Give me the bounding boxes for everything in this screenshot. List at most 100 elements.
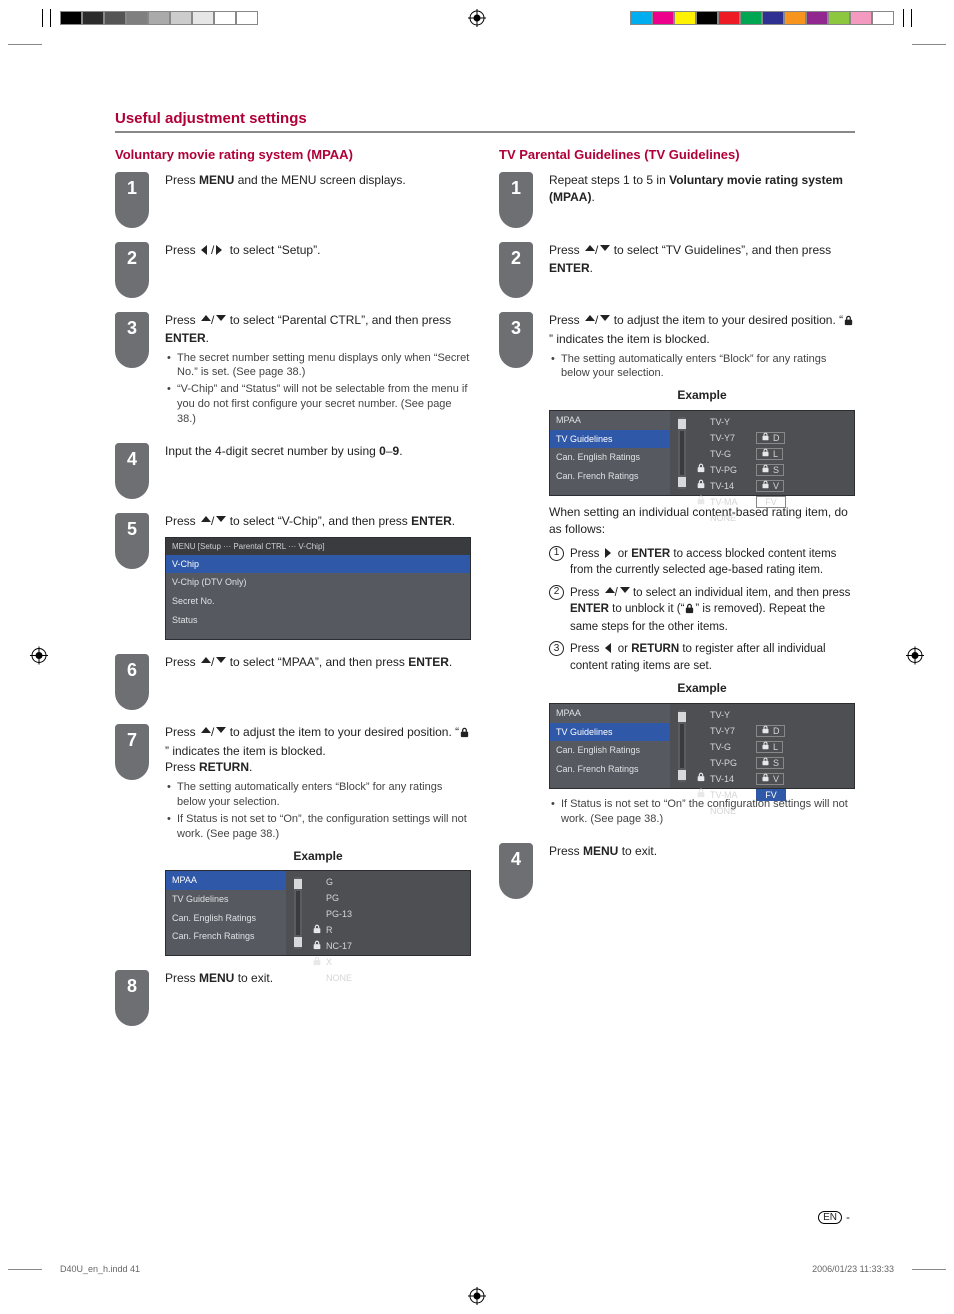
osd-rating-label: X xyxy=(326,956,368,969)
osd-rating-row: TV-GL xyxy=(696,740,786,754)
osd-rating-label: TV-14 xyxy=(710,773,752,786)
osd-screenshot: MPAATV GuidelinesCan. English RatingsCan… xyxy=(549,410,855,496)
osd-rating-label: TV-G xyxy=(710,448,752,461)
osd-rating-row: TV-G L xyxy=(696,447,786,461)
registration-mark-icon xyxy=(468,9,486,27)
step: 2 Press / to select “TV Guidelines”, and… xyxy=(499,242,855,298)
lock-icon xyxy=(312,940,322,954)
circled-number: 2 xyxy=(549,585,564,600)
printer-bar-top xyxy=(0,6,954,30)
right-heading: TV Parental Guidelines (TV Guidelines) xyxy=(499,147,855,162)
step-number-badge: 2 xyxy=(499,242,533,298)
osd-rating-label: TV-Y xyxy=(710,709,752,722)
osd-content-box: FV xyxy=(756,496,786,508)
osd-sidebar-item: Can. English Ratings xyxy=(550,741,670,760)
lock-icon xyxy=(696,479,706,493)
osd-content-box: L xyxy=(756,448,783,460)
step-notes: If Status is not set to “On” the configu… xyxy=(549,797,855,827)
osd-scrollbar xyxy=(678,417,686,489)
osd-rating-row: TV-Y7D xyxy=(696,431,786,445)
down-arrow-icon xyxy=(598,243,610,260)
footer-slug: D40U_en_h.indd 41 2006/01/23 11:33:33 xyxy=(60,1264,894,1274)
circled-number: 1 xyxy=(549,546,564,561)
osd-menu-item: V-Chip xyxy=(166,555,470,574)
lock-icon xyxy=(459,726,470,743)
osd-sidebar-item: TV Guidelines xyxy=(550,430,670,449)
osd-sidebar-item: TV Guidelines xyxy=(550,723,670,742)
osd-rating-label: TV-Y7 xyxy=(710,725,752,738)
step: 4 Input the 4-digit secret number by usi… xyxy=(115,443,471,499)
down-arrow-icon xyxy=(598,313,610,330)
osd-screenshot: MPAATV GuidelinesCan. English RatingsCan… xyxy=(165,870,471,956)
step-number-badge: 3 xyxy=(115,312,149,368)
osd-rating-label: NONE xyxy=(710,512,752,525)
osd-menu-item: Status xyxy=(166,611,470,630)
osd-sidebar-item: MPAA xyxy=(550,704,670,723)
osd-sidebar-item: MPAA xyxy=(550,411,670,430)
step-text: Input the 4-digit secret number by using… xyxy=(165,443,471,460)
lock-icon xyxy=(761,757,770,770)
example-label: Example xyxy=(549,387,855,404)
osd-rating-row: PG xyxy=(312,891,368,905)
lock-icon xyxy=(843,314,854,331)
osd-sidebar: MPAATV GuidelinesCan. English RatingsCan… xyxy=(550,411,670,495)
note-item: The secret number setting menu displays … xyxy=(165,351,471,381)
step-notes: The setting automatically enters “Block”… xyxy=(165,780,471,841)
dash-icon: - xyxy=(846,1210,850,1224)
osd-sidebar-item: Can. English Ratings xyxy=(166,909,286,928)
right-column: TV Parental Guidelines (TV Guidelines) 1… xyxy=(499,147,855,1040)
sub-step-text: Press / to select an individual item, an… xyxy=(570,585,855,636)
step-text: Press / to select “V-Chip”, and then pre… xyxy=(165,513,471,640)
osd-rating-row: R xyxy=(312,923,368,937)
crop-mark xyxy=(912,44,946,45)
osd-rating-label: TV-Y xyxy=(710,416,752,429)
lock-icon xyxy=(696,463,706,477)
lock-icon xyxy=(761,725,770,738)
color-swatches-grey xyxy=(60,11,258,25)
osd-rating-row: NONE xyxy=(312,971,368,985)
osd-menu-item: Secret No. xyxy=(166,592,470,611)
lock-icon xyxy=(761,741,770,754)
step-number-badge: 3 xyxy=(499,312,533,368)
up-arrow-icon xyxy=(199,313,211,330)
step: 1 Press MENU and the MENU screen display… xyxy=(115,172,471,228)
note-item: The setting automatically enters “Block”… xyxy=(165,780,471,810)
sub-step-text: Press or RETURN to register after all in… xyxy=(570,641,855,674)
step: 2 Press / to select “Setup”. xyxy=(115,242,471,298)
osd-screenshot: MPAATV GuidelinesCan. English RatingsCan… xyxy=(549,703,855,789)
down-arrow-icon xyxy=(618,585,630,603)
registration-mark-icon xyxy=(30,647,48,668)
osd-rating-label: R xyxy=(326,924,368,937)
osd-rating-label: NC-17 xyxy=(326,940,368,953)
crop-tick xyxy=(903,9,904,27)
up-arrow-icon xyxy=(199,514,211,531)
step-text: Press / to adjust the item to your desir… xyxy=(549,312,855,829)
left-arrow-icon xyxy=(199,243,211,260)
step: 4 Press MENU to exit. xyxy=(499,843,855,899)
up-arrow-icon xyxy=(583,243,595,260)
osd-menu-item: V-Chip (DTV Only) xyxy=(166,573,470,592)
step-number-badge: 1 xyxy=(499,172,533,228)
osd-rating-row: NC-17 xyxy=(312,939,368,953)
osd-scrollbar xyxy=(294,877,302,949)
step-number-badge: 5 xyxy=(115,513,149,569)
step-text: Repeat steps 1 to 5 in Voluntary movie r… xyxy=(549,172,855,206)
lock-icon xyxy=(696,495,706,509)
down-arrow-icon xyxy=(214,313,226,330)
lock-icon xyxy=(761,773,770,786)
sub-step-text: Press or ENTER to access blocked content… xyxy=(570,546,855,579)
sub-step: 3Press or RETURN to register after all i… xyxy=(549,641,855,674)
osd-content-box: V xyxy=(756,480,784,492)
osd-rating-row: NONE xyxy=(696,511,786,525)
lock-icon xyxy=(312,924,322,938)
step-number-badge: 1 xyxy=(115,172,149,228)
sub-steps: 1 Press or ENTER to access blocked conten… xyxy=(549,546,855,675)
osd-rating-label: TV-PG xyxy=(710,757,752,770)
osd-rating-label: PG-13 xyxy=(326,908,368,921)
osd-rating-row: TV-Y7D xyxy=(696,724,786,738)
step-text: Press / to select “TV Guidelines”, and t… xyxy=(549,242,855,277)
lock-icon xyxy=(761,432,770,445)
osd-rating-row: X xyxy=(312,955,368,969)
crop-tick xyxy=(42,9,43,27)
step: 3 Press / to select “Parental CTRL”, and… xyxy=(115,312,471,429)
